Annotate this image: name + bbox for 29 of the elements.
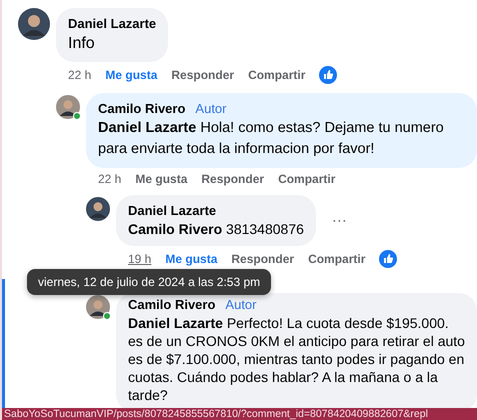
- timestamp-link[interactable]: 22 h: [98, 172, 122, 186]
- timestamp-link[interactable]: 19 h: [128, 252, 152, 266]
- timestamp-link[interactable]: 22 h: [68, 68, 92, 82]
- more-button[interactable]: ···: [332, 212, 347, 229]
- avatar-icon[interactable]: [86, 197, 110, 221]
- comment-text: Info: [68, 34, 96, 54]
- action-link[interactable]: Me gusta: [105, 68, 158, 82]
- avatar-icon[interactable]: [86, 295, 110, 319]
- comment-text: Camilo Rivero 3813480876: [128, 220, 304, 238]
- action-link[interactable]: Compartir: [308, 252, 366, 266]
- status-bar-url: SaboYoSoTucumanVIP/posts/8078245855567810/?comment_id=8078420409882607&repl: [2, 408, 477, 420]
- author-name[interactable]: Camilo Rivero: [98, 101, 186, 116]
- avatar-icon[interactable]: [56, 95, 80, 119]
- action-link[interactable]: Compartir: [278, 172, 336, 186]
- comment-text: Daniel Lazarte Hola! como estas? Dejame tu numero para enviarte toda la informacion por favor!: [98, 119, 445, 159]
- avatar-icon[interactable]: [18, 8, 50, 40]
- action-link[interactable]: Responder: [171, 68, 234, 82]
- action-link[interactable]: Responder: [231, 252, 294, 266]
- author-name[interactable]: Daniel Lazarte: [68, 16, 156, 31]
- author-name[interactable]: Daniel Lazarte: [128, 203, 216, 218]
- comment-text: Daniel Lazarte Perfecto! La cuota desde $195.000. es de un CRONOS 0KM el anticipo para retirar el auto es de $7.100.000, mientras tanto podes ir pagando en cuotas. Cuándo podes hablar? A la mañana o a la tarde?: [128, 314, 465, 404]
- author-tag: Autor: [195, 101, 226, 116]
- action-link[interactable]: Compartir: [248, 68, 306, 82]
- date-tooltip: viernes, 12 de julio de 2024 a las 2:53 pm: [27, 269, 272, 295]
- action-link[interactable]: Me gusta: [135, 172, 188, 186]
- author-name[interactable]: Camilo Rivero: [128, 297, 216, 312]
- action-link[interactable]: Me gusta: [165, 252, 218, 266]
- action-link[interactable]: Responder: [201, 172, 264, 186]
- author-tag: Autor: [225, 297, 256, 312]
